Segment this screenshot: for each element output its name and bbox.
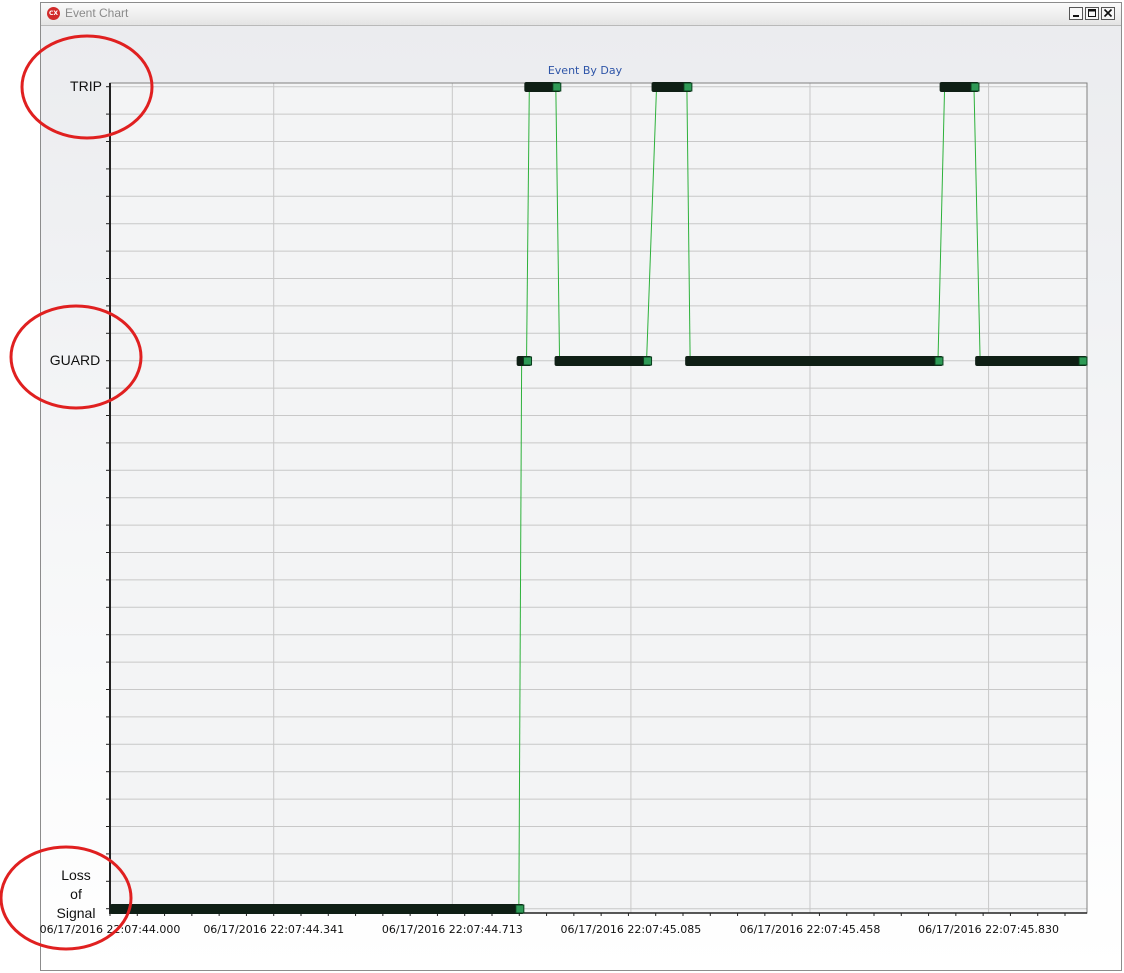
x-tick-label: 06/17/2016 22:07:45.085 <box>561 923 702 936</box>
event-bar[interactable] <box>975 356 1087 366</box>
event-end-marker <box>515 904 525 914</box>
state-label-loss-of-signal: Loss of Signal <box>57 867 96 921</box>
event-end-marker <box>643 356 653 366</box>
event-bar[interactable] <box>554 356 652 366</box>
event-end-marker <box>934 356 944 366</box>
event-end-marker <box>523 356 533 366</box>
event-bar[interactable] <box>685 356 943 366</box>
event-end-marker <box>1078 356 1088 366</box>
x-tick-label: 06/17/2016 22:07:45.830 <box>918 923 1059 936</box>
state-label-guard: GUARD <box>50 352 101 368</box>
event-bar[interactable] <box>110 904 524 914</box>
event-end-marker <box>683 82 693 92</box>
state-label-trip: TRIP <box>70 78 102 94</box>
x-tick-label: 06/17/2016 22:07:44.341 <box>203 923 344 936</box>
event-chart: Event By Day TRIP GUARD Loss of Signal 06/17/2… <box>0 34 1088 951</box>
event-end-marker <box>552 82 562 92</box>
chart-title: Event By Day <box>548 64 623 77</box>
event-end-marker <box>970 82 980 92</box>
x-tick-label: 06/17/2016 22:07:44.713 <box>382 923 523 936</box>
x-tick-label: 06/17/2016 22:07:45.458 <box>740 923 881 936</box>
